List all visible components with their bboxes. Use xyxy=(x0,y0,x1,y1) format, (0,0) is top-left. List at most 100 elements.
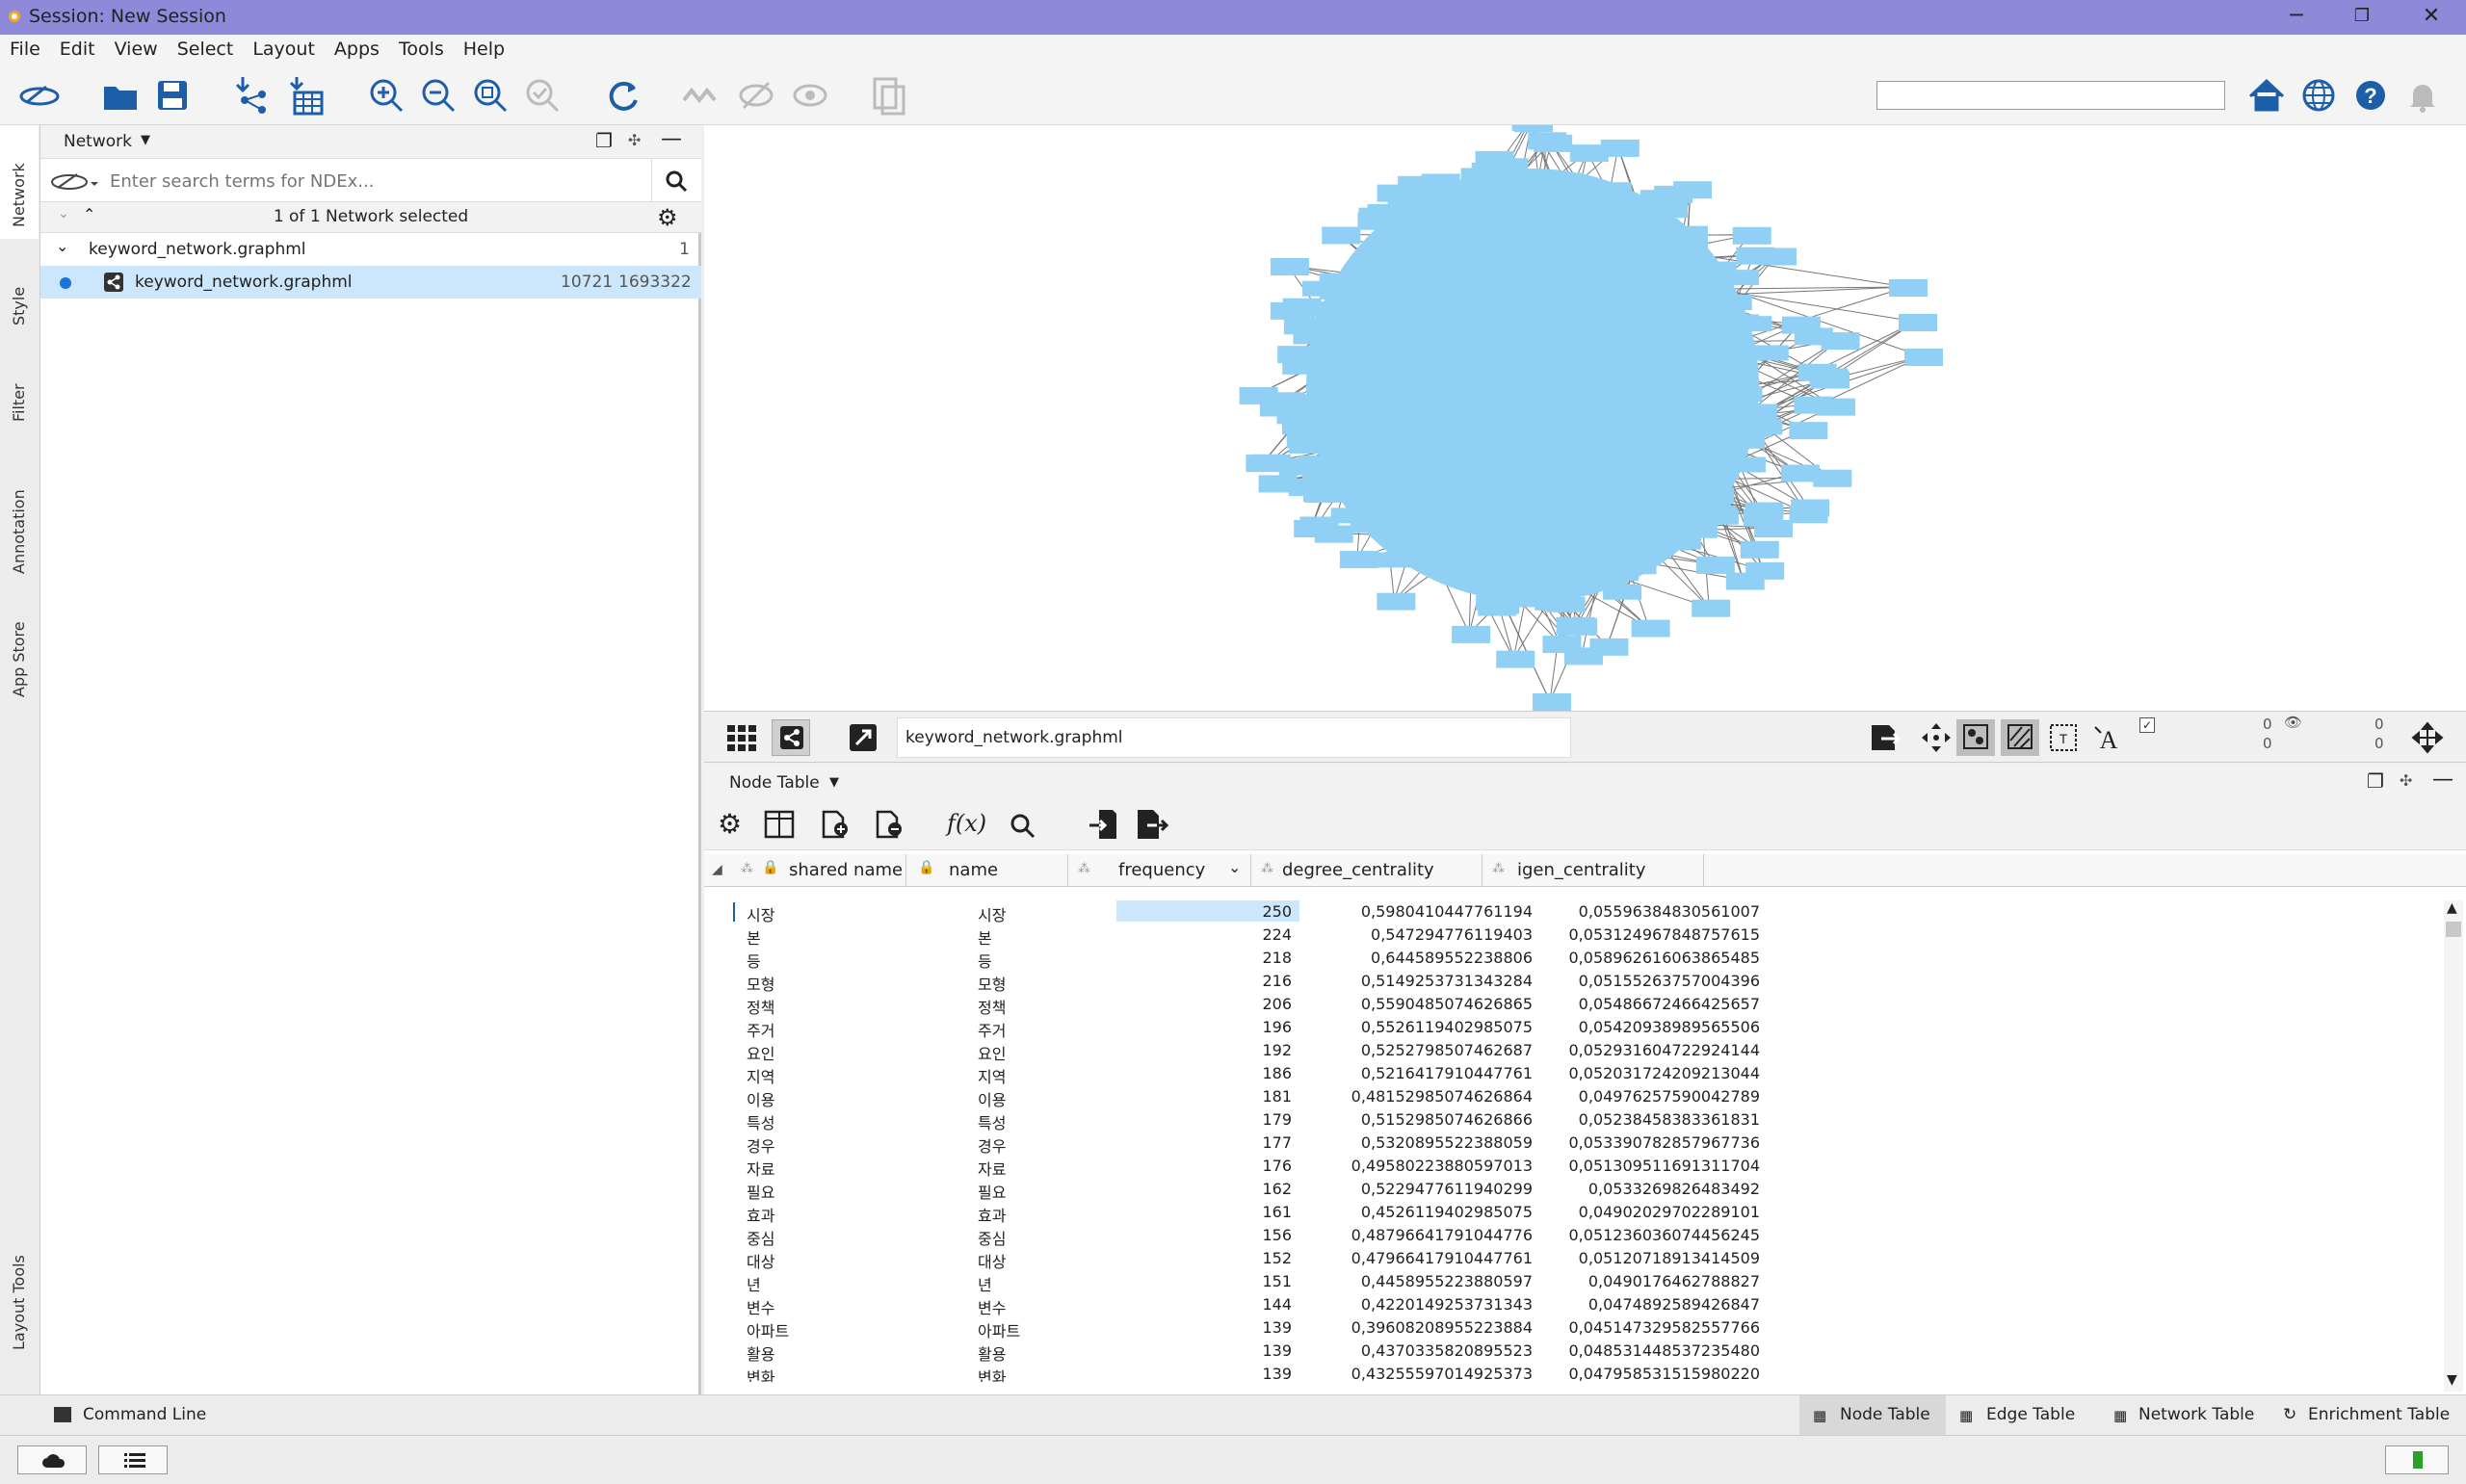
minimize-panel-icon[interactable]: — xyxy=(2432,768,2453,792)
cell-degree-centrality[interactable]: 0,48796641791044776 xyxy=(1301,1226,1533,1244)
scroll-down-icon[interactable]: ▼ xyxy=(2447,1372,2457,1388)
import-table-icon[interactable] xyxy=(1088,808,1118,841)
ndex-search-button[interactable] xyxy=(651,159,701,203)
table-row[interactable]: 아파트 아파트 139 0,39608208955223884 0,0451473295… xyxy=(704,1316,2438,1341)
cell-shared-name[interactable]: 이용 xyxy=(747,1087,774,1110)
refresh-icon[interactable] xyxy=(601,73,645,117)
table-row[interactable]: 정책 정책 206 0,5590485074626865 0,0548667246642… xyxy=(704,993,2438,1018)
cell-shared-name[interactable]: 요인 xyxy=(747,1041,774,1064)
cell-shared-name[interactable]: 경우 xyxy=(747,1133,774,1157)
zoom-selected-icon[interactable] xyxy=(520,73,564,117)
ndex-icon[interactable] xyxy=(17,73,62,117)
save-icon[interactable] xyxy=(150,73,195,117)
cell-name[interactable]: 중심 xyxy=(978,1226,1006,1249)
cell-frequency[interactable]: 181 xyxy=(1128,1087,1292,1106)
cell-name[interactable]: 활용 xyxy=(978,1341,1006,1365)
cell-name[interactable]: 본 xyxy=(978,925,992,949)
table-row[interactable]: 요인 요인 192 0,5252798507462687 0,0529316047229… xyxy=(704,1039,2438,1064)
table-row[interactable]: 주거 주거 196 0,5526119402985075 0,0542093898956… xyxy=(704,1016,2438,1041)
sort-descending-icon[interactable]: ⌄ xyxy=(1228,858,1241,876)
cell-degree-centrality[interactable]: 0,5216417910447761 xyxy=(1301,1064,1533,1082)
table-row[interactable]: 특성 특성 179 0,5152985074626866 0,0523845838336… xyxy=(704,1108,2438,1133)
table-panel-title[interactable]: Node Table xyxy=(729,773,820,793)
cell-igen-centrality[interactable]: 0,0474892589426847 xyxy=(1533,1295,1760,1314)
cell-name[interactable]: 요인 xyxy=(978,1041,1006,1064)
cell-frequency[interactable]: 144 xyxy=(1128,1295,1292,1314)
cell-frequency[interactable]: 151 xyxy=(1128,1272,1292,1290)
cell-igen-centrality[interactable]: 0,04976257590042789 xyxy=(1533,1087,1760,1106)
column-header-frequency[interactable]: ⁂ frequency ⌄ xyxy=(1068,854,1251,887)
cell-igen-centrality[interactable]: 0,058962616063865485 xyxy=(1533,949,1761,967)
cell-shared-name[interactable]: 지역 xyxy=(747,1064,774,1087)
cell-igen-centrality[interactable]: 0,0533269826483492 xyxy=(1533,1180,1760,1198)
cell-frequency[interactable]: 162 xyxy=(1128,1180,1292,1198)
ndex-logo-icon[interactable] xyxy=(48,169,100,198)
pin-icon[interactable]: ✣ xyxy=(628,131,641,149)
table-row[interactable]: 중심 중심 156 0,48796641791044776 0,051236036074… xyxy=(704,1224,2438,1249)
annotation-select-icon[interactable]: T xyxy=(2047,721,2080,754)
cell-name[interactable]: 정책 xyxy=(978,995,1006,1018)
cell-degree-centrality[interactable]: 0,5526119402985075 xyxy=(1301,1018,1533,1036)
zoom-out-icon[interactable] xyxy=(416,73,460,117)
cell-name[interactable]: 아파트 xyxy=(978,1318,1020,1341)
cell-degree-centrality[interactable]: 0,644589552238806 xyxy=(1301,949,1533,967)
cell-name[interactable]: 자료 xyxy=(978,1157,1006,1180)
zoom-in-icon[interactable] xyxy=(364,73,408,117)
pan-icon[interactable] xyxy=(1920,721,1953,754)
column-header-igen-centrality[interactable]: ⁂ igen_centrality xyxy=(1482,854,1704,887)
menu-select[interactable]: Select xyxy=(168,35,244,64)
menu-apps[interactable]: Apps xyxy=(325,35,389,64)
import-table-icon[interactable] xyxy=(285,73,329,117)
table-row[interactable]: 활용 활용 139 0,4370335820895523 0,0485314485372… xyxy=(704,1340,2438,1365)
cell-name[interactable]: 경우 xyxy=(978,1133,1006,1157)
cell-degree-centrality[interactable]: 0,5980410447761194 xyxy=(1301,902,1533,921)
cell-name[interactable]: 모형 xyxy=(978,972,1006,995)
grid-view-icon[interactable] xyxy=(725,721,758,754)
cell-shared-name[interactable]: 시장 xyxy=(747,902,774,925)
cloud-button[interactable] xyxy=(17,1445,87,1474)
column-header-name[interactable]: 🔒 name xyxy=(906,854,1068,887)
cell-name[interactable]: 시장 xyxy=(978,902,1006,925)
cell-igen-centrality[interactable]: 0,051309511691311704 xyxy=(1533,1157,1761,1175)
cell-degree-centrality[interactable]: 0,4370335820895523 xyxy=(1301,1341,1533,1360)
add-column-icon[interactable] xyxy=(820,810,851,839)
table-row[interactable]: 년 년 151 0,4458955223880597 0,049017646278882… xyxy=(704,1270,2438,1295)
cell-igen-centrality[interactable]: 0,0490176462788827 xyxy=(1533,1272,1760,1290)
open-folder-icon[interactable] xyxy=(98,73,143,117)
export-image-icon[interactable] xyxy=(867,73,911,117)
network-graph[interactable] xyxy=(704,114,2466,711)
table-row[interactable]: 모형 모형 216 0,5149253731343284 0,0515526375700… xyxy=(704,970,2438,995)
cell-name[interactable]: 이용 xyxy=(978,1087,1006,1110)
cell-degree-centrality[interactable]: 0,5152985074626866 xyxy=(1301,1110,1533,1129)
cell-degree-centrality[interactable]: 0,5320895522388059 xyxy=(1301,1133,1533,1152)
gear-icon[interactable]: ⚙ xyxy=(657,204,678,231)
cell-name[interactable]: 년 xyxy=(978,1272,992,1295)
cell-degree-centrality[interactable]: 0,47966417910447761 xyxy=(1301,1249,1533,1267)
table-row[interactable]: 등 등 218 0,644589552238806 0,0589626160638654… xyxy=(704,947,2438,972)
table-row[interactable]: 지역 지역 186 0,5216417910447761 0,0520317242092… xyxy=(704,1062,2438,1087)
cell-degree-centrality[interactable]: 0,4220149253731343 xyxy=(1301,1295,1533,1314)
cell-igen-centrality[interactable]: 0,05486672466425657 xyxy=(1533,995,1760,1013)
cell-frequency[interactable]: 176 xyxy=(1128,1157,1292,1175)
collection-row[interactable]: ⌄ keyword_network.graphml 1 xyxy=(40,233,701,266)
cell-frequency[interactable]: 139 xyxy=(1128,1318,1292,1337)
column-header-shared-name[interactable]: ⁂ 🔒 shared name xyxy=(733,854,906,887)
cell-frequency[interactable]: 177 xyxy=(1128,1133,1292,1152)
dropdown-arrow-icon[interactable]: ▼ xyxy=(829,775,839,790)
cell-degree-centrality[interactable]: 0,4526119402985075 xyxy=(1301,1203,1533,1221)
cell-igen-centrality[interactable]: 0,045147329582557766 xyxy=(1533,1318,1761,1337)
cell-degree-centrality[interactable]: 0,5229477611940299 xyxy=(1301,1180,1533,1198)
cell-shared-name[interactable]: 변화 xyxy=(747,1365,774,1382)
cell-degree-centrality[interactable]: 0,4458955223880597 xyxy=(1301,1272,1533,1290)
table-row[interactable]: 자료 자료 176 0,49580223880597013 0,051309511691… xyxy=(704,1155,2438,1180)
cell-igen-centrality[interactable]: 0,04902029702289101 xyxy=(1533,1203,1760,1221)
float-panel-icon[interactable]: ❐ xyxy=(2367,769,2384,793)
cell-igen-centrality[interactable]: 0,052931604722924144 xyxy=(1533,1041,1761,1059)
cell-name[interactable]: 주거 xyxy=(978,1018,1006,1041)
cell-igen-centrality[interactable]: 0,052031724209213044 xyxy=(1533,1064,1761,1082)
scroll-up-icon[interactable]: ▲ xyxy=(2447,900,2457,916)
cell-name[interactable]: 등 xyxy=(978,949,992,972)
cell-shared-name[interactable]: 아파트 xyxy=(747,1318,789,1341)
menu-layout[interactable]: Layout xyxy=(243,35,325,64)
cell-degree-centrality[interactable]: 0,547294776119403 xyxy=(1301,925,1533,944)
